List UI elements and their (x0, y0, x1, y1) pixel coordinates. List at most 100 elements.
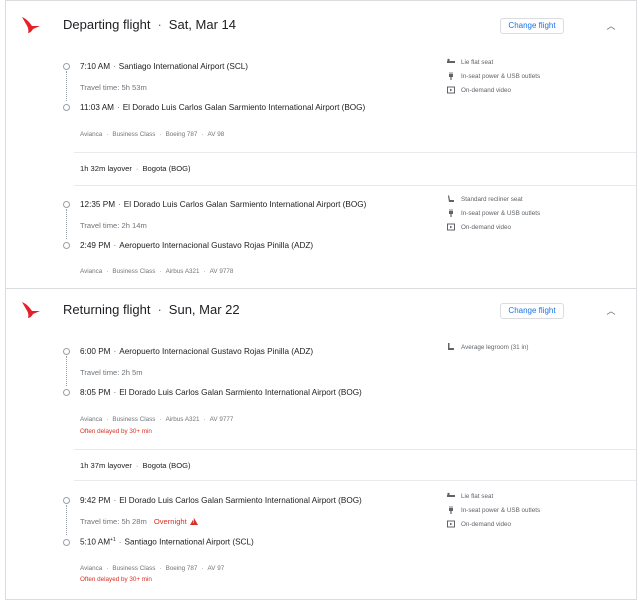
chevron-up-icon[interactable]: ︿ (606, 19, 616, 32)
amenity-video: On-demand video (447, 520, 511, 530)
separator-dot: · (157, 302, 162, 317)
layover-city: Bogota (BOG) (142, 461, 191, 470)
layover-duration: 1h 37m layover (80, 461, 132, 470)
departure-time: 6:00 PM (80, 347, 111, 356)
avianca-logo (22, 17, 40, 33)
route-line (66, 209, 67, 239)
warning-icon (189, 518, 198, 525)
arrival-row: 11:03 AM · El Dorado Luis Carlos Galan Sar… (80, 103, 366, 112)
amenity-video: On-demand video (447, 86, 511, 96)
aircraft: Boeing 787 (165, 131, 198, 138)
departure-circle (63, 201, 70, 208)
arrival-circle (63, 539, 70, 546)
layover-row: 1h 32m layover · Bogota (BOG) (80, 164, 191, 173)
power-plug-icon (447, 72, 455, 81)
arrival-airport: El Dorado Luis Carlos Galan Sarmiento In… (122, 103, 366, 112)
flight-details: Avianca · Business Class · Airbus A321 · AV 97… (80, 416, 234, 423)
divider (74, 480, 636, 481)
lie-flat-seat-icon (447, 58, 455, 66)
flight-details: Avianca · Business Class · Boeing 787 · AV 97 (80, 565, 225, 572)
flight-number: AV 98 (207, 131, 225, 138)
delay-warning: Often delayed by 30+ min (80, 576, 152, 583)
chevron-up-icon[interactable]: ︿ (606, 304, 616, 317)
departure-row: 6:00 PM · Aeropuerto Internacional Gustavo… (80, 347, 314, 356)
arrival-time: 11:03 AM (80, 103, 114, 112)
layover-city: Bogota (BOG) (142, 164, 191, 173)
next-day-indicator: +1 (110, 537, 116, 543)
returning-flight-card: Returning flight · Sun, Mar 22 Change flig… (5, 288, 637, 600)
arrival-time: 8:05 PM (80, 388, 111, 397)
video-icon (447, 223, 455, 231)
departure-circle (63, 63, 70, 70)
flight-number: AV 97 (207, 565, 225, 572)
arrival-row: 2:49 PM · Aeropuerto Internacional Gustavo… (80, 241, 314, 250)
arrival-time: 2:49 PM (80, 241, 111, 250)
travel-time: Travel time: 2h 5m (80, 368, 143, 377)
airline: Avianca (80, 565, 103, 572)
amenity-power: In-seat power & USB outlets (447, 72, 540, 82)
aircraft: Airbus A321 (165, 268, 200, 275)
airline: Avianca (80, 131, 103, 138)
power-plug-icon (447, 209, 455, 218)
divider (74, 449, 636, 450)
flight-details: Avianca · Business Class · Airbus A321 · AV 97… (80, 268, 234, 275)
overnight-label: Overnight (153, 517, 187, 526)
departure-row: 7:10 AM · Santiago International Airport (… (80, 62, 249, 71)
amenity-video: On-demand video (447, 223, 511, 233)
amenity-seat: Lie flat seat (447, 58, 493, 68)
separator-dot: · (157, 17, 162, 32)
route-line (66, 505, 67, 535)
travel-time: Travel time: 2h 14m (80, 221, 147, 230)
video-icon (447, 520, 455, 528)
departure-row: 9:42 PM · El Dorado Luis Carlos Galan Sarm… (80, 496, 362, 505)
departure-airport: Aeropuerto Internacional Gustavo Rojas P… (119, 347, 314, 356)
cabin-class: Business Class (112, 416, 156, 423)
amenity-legroom: Average legroom (31 in) (447, 343, 528, 353)
departure-circle (63, 497, 70, 504)
flight-details: Avianca · Business Class · Boeing 787 · AV 98 (80, 131, 225, 138)
flight-number: AV 9777 (209, 416, 234, 423)
arrival-row: 5:10 AM+1 · Santiago International Airport… (80, 537, 254, 547)
power-plug-icon (447, 506, 455, 515)
delay-warning: Often delayed by 30+ min (80, 428, 152, 435)
departure-airport: Santiago International Airport (SCL) (118, 62, 249, 71)
arrival-airport: Aeropuerto Internacional Gustavo Rojas P… (119, 241, 314, 250)
arrival-time: 5:10 AM (80, 537, 111, 547)
flight-number: AV 9778 (209, 268, 234, 275)
departure-time: 9:42 PM (80, 496, 111, 505)
departure-time: 12:35 PM (80, 200, 116, 209)
departing-date: Sat, Mar 14 (168, 17, 236, 32)
cabin-class: Business Class (112, 268, 156, 275)
cabin-class: Business Class (112, 131, 156, 138)
arrival-circle (63, 104, 70, 111)
airline: Avianca (80, 268, 103, 275)
change-returning-flight-button[interactable]: Change flight (500, 303, 564, 319)
divider (74, 185, 636, 186)
amenity-seat: Lie flat seat (447, 492, 493, 502)
arrival-airport: Santiago International Airport (SCL) (124, 537, 254, 547)
departing-header: Departing flight · Sat, Mar 14 (63, 17, 236, 32)
arrival-airport: El Dorado Luis Carlos Galan Sarmiento In… (119, 388, 362, 397)
layover-duration: 1h 32m layover (80, 164, 132, 173)
route-line (66, 71, 67, 101)
aircraft: Boeing 787 (165, 565, 198, 572)
recliner-seat-icon (447, 195, 455, 203)
lie-flat-seat-icon (447, 492, 455, 500)
arrival-row: 8:05 PM · El Dorado Luis Carlos Galan Sarm… (80, 388, 362, 397)
layover-row: 1h 37m layover · Bogota (BOG) (80, 461, 191, 470)
change-departing-flight-button[interactable]: Change flight (500, 18, 564, 34)
travel-time-row: Travel time: 5h 28m Overnight (80, 517, 198, 526)
arrival-circle (63, 242, 70, 249)
travel-time: Travel time: 5h 28m (80, 517, 147, 526)
returning-header: Returning flight · Sun, Mar 22 (63, 302, 240, 317)
returning-date: Sun, Mar 22 (168, 302, 240, 317)
cabin-class: Business Class (112, 565, 156, 572)
amenity-seat: Standard recliner seat (447, 195, 523, 205)
departure-row: 12:35 PM · El Dorado Luis Carlos Galan Sar… (80, 200, 367, 209)
divider (74, 152, 636, 153)
returning-title: Returning flight (63, 302, 151, 317)
amenity-power: In-seat power & USB outlets (447, 209, 540, 219)
departing-flight-card: Departing flight · Sat, Mar 14 Change flig… (5, 0, 637, 289)
departing-title: Departing flight (63, 17, 151, 32)
departure-time: 7:10 AM (80, 62, 111, 71)
